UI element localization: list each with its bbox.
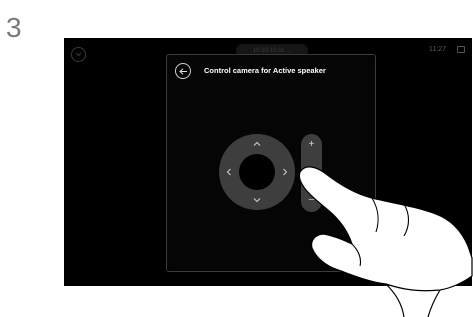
step-number: 3 [6, 12, 22, 43]
panel-title: Control camera for Active speaker [204, 66, 326, 75]
chevron-left-icon[interactable] [224, 167, 234, 177]
touch-screen: 10:10-10:11 ... 11:27 Control camera for… [64, 38, 472, 286]
clock: 11:27 [429, 46, 446, 53]
status-icon [457, 46, 465, 53]
zoom-in-button[interactable]: + [301, 140, 322, 150]
back-button[interactable] [175, 63, 191, 79]
zoom-control[interactable]: + – [301, 134, 322, 212]
camera-control-panel: Control camera for Active speaker + – [166, 54, 376, 272]
chevron-up-icon[interactable] [252, 139, 262, 149]
dpad-center [239, 154, 275, 190]
chevron-right-icon[interactable] [280, 167, 290, 177]
arrow-left-icon [178, 67, 187, 75]
zoom-out-button[interactable]: – [301, 195, 322, 205]
pan-tilt-dpad[interactable] [219, 134, 295, 210]
chevron-down-icon[interactable] [252, 195, 262, 205]
menu-circle-icon[interactable] [71, 47, 86, 62]
